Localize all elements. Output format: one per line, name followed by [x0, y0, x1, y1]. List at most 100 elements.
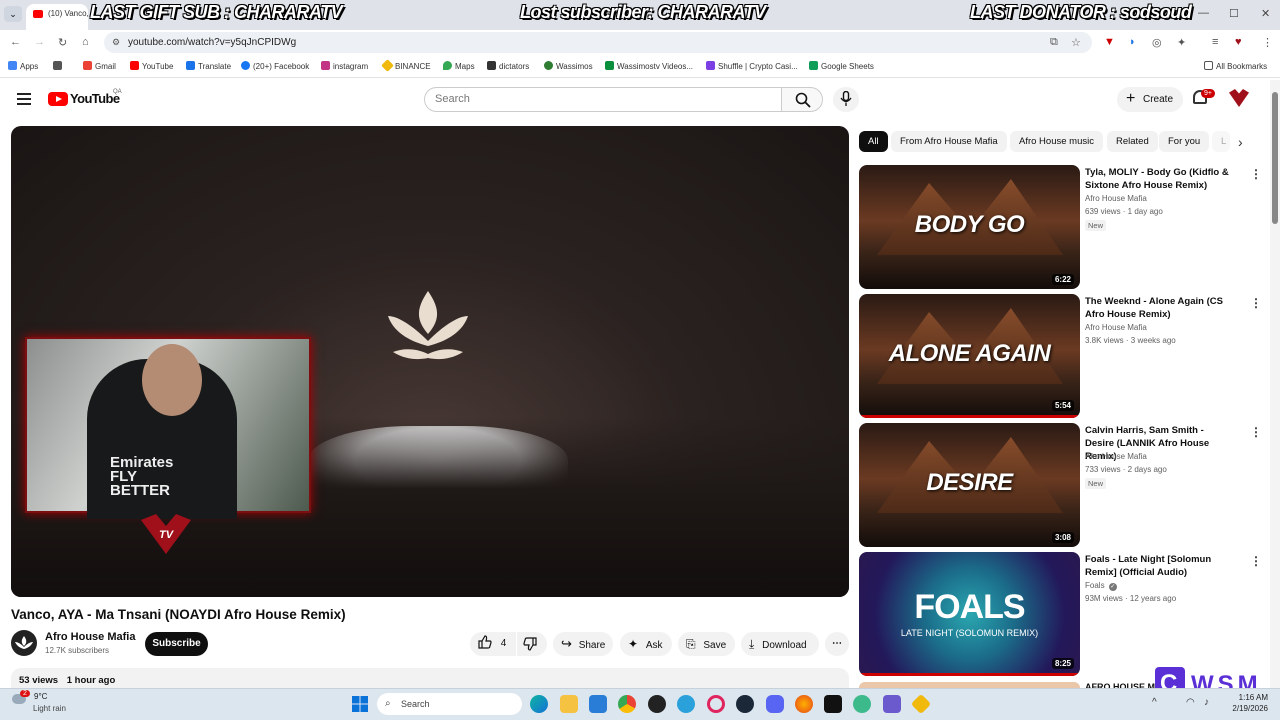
more-options-icon[interactable]: ⋮	[1250, 554, 1262, 568]
minimize-icon[interactable]: —	[1198, 7, 1209, 19]
telegram-icon[interactable]	[677, 695, 695, 713]
discord-icon[interactable]	[766, 695, 784, 713]
channel-avatar[interactable]	[11, 630, 37, 656]
recommendation-item[interactable]: DESIRE 3:08 Calvin Harris, Sam Smith - D…	[859, 423, 1262, 547]
opera-icon[interactable]	[707, 695, 725, 713]
video-thumbnail[interactable]: DESIRE 3:08	[859, 423, 1080, 547]
recommendation-channel[interactable]: Afro House Mafia	[1085, 452, 1147, 461]
dislike-button[interactable]	[517, 632, 547, 656]
tab-search-button[interactable]: ⌄	[4, 6, 22, 22]
recommendation-item[interactable]: FOALS LATE NIGHT (SOLOMUN REMIX) 8:25 Fo…	[859, 552, 1262, 676]
bookmark-translate[interactable]: Translate	[186, 61, 231, 71]
youtube-logo-icon[interactable]	[48, 92, 68, 106]
recommendation-channel[interactable]: Afro House Mafia	[1085, 194, 1147, 203]
bookmark-instagram[interactable]: instagram	[321, 61, 368, 71]
extension-1-icon[interactable]: ▼	[1104, 36, 1115, 48]
browser-tab[interactable]: (10) Vanco,	[26, 4, 88, 30]
more-actions-icon[interactable]: ⋯	[825, 632, 849, 656]
search-button[interactable]	[781, 87, 823, 112]
create-button[interactable]: + Create	[1117, 87, 1183, 112]
forward-icon[interactable]: →	[34, 36, 45, 48]
search-input[interactable]: Search	[424, 87, 782, 112]
bookmark-dictators[interactable]: dictators	[487, 61, 529, 71]
site-info-icon[interactable]: ⚙	[112, 32, 120, 53]
steam-icon[interactable]	[736, 695, 754, 713]
like-button[interactable]: 4	[470, 632, 516, 656]
taskbar-search[interactable]: ⌕ Search	[377, 693, 522, 715]
bookmark-apps[interactable]: Apps	[8, 61, 38, 71]
hamburger-menu-icon[interactable]	[17, 93, 31, 105]
video-player[interactable]: Emirates FLY BETTER TV	[11, 126, 849, 597]
download-button[interactable]: ⤓ Download	[741, 632, 819, 656]
recommendation-channel[interactable]: Foals ✓	[1085, 581, 1117, 591]
recommendation-title[interactable]: The Weeknd - Alone Again (CS Afro House …	[1085, 295, 1231, 321]
wifi-icon[interactable]: ◠	[1186, 697, 1195, 708]
edge-icon[interactable]	[530, 695, 548, 713]
more-options-icon[interactable]: ⋮	[1250, 296, 1262, 310]
bookmark-wassimostv-videos[interactable]: Wassimostv Videos...	[605, 61, 693, 71]
app-2-icon[interactable]	[853, 695, 871, 713]
bookmark-maps[interactable]: Maps	[443, 61, 475, 71]
url-bar[interactable]: ⚙ youtube.com/watch?v=y5qJnCPIDWg	[104, 32, 1092, 53]
profile-icon[interactable]: ♥	[1235, 36, 1242, 48]
app-icon[interactable]	[824, 695, 842, 713]
recommendation-item[interactable]: BODY GO 6:22 Tyla, MOLIY - Body Go (Kidf…	[859, 165, 1262, 289]
more-options-icon[interactable]: ⋮	[1250, 425, 1262, 439]
extension-2-icon[interactable]: ◗	[1129, 36, 1136, 48]
file-explorer-icon[interactable]	[560, 695, 578, 713]
volume-icon[interactable]: ♪	[1204, 697, 1209, 708]
ask-button[interactable]: ✦ Ask	[620, 632, 672, 656]
bookmark-binance[interactable]: BINANCE	[381, 59, 431, 72]
bookmark-star-icon[interactable]: ☆	[1071, 36, 1081, 49]
sparkle-icon: ✦	[628, 637, 639, 651]
windows-start-icon[interactable]	[352, 696, 368, 712]
firefox-icon[interactable]	[795, 695, 813, 713]
voice-search-button[interactable]	[833, 87, 859, 112]
recommendation-title[interactable]: Tyla, MOLIY - Body Go (Kidflo & Sixtone …	[1085, 166, 1231, 192]
close-window-icon[interactable]: ✕	[1261, 7, 1270, 20]
maximize-icon[interactable]: ☐	[1229, 7, 1239, 20]
reading-list-icon[interactable]: ≡	[1212, 36, 1218, 48]
install-app-icon[interactable]: ⧉	[1050, 36, 1058, 49]
chevron-right-icon[interactable]: ›	[1238, 134, 1243, 150]
app-3-icon[interactable]	[883, 695, 901, 713]
video-thumbnail[interactable]: FOALS LATE NIGHT (SOLOMUN REMIX) 8:25	[859, 552, 1080, 676]
chip-afro-house-music[interactable]: Afro House music	[1010, 131, 1103, 152]
store-icon[interactable]	[589, 695, 607, 713]
bookmark-facebook[interactable]: (20+) Facebook	[241, 61, 309, 71]
recommendation-title[interactable]: Foals - Late Night [Solomun Remix] (Offi…	[1085, 553, 1231, 579]
reload-icon[interactable]: ↻	[58, 36, 67, 49]
browser-menu-icon[interactable]: ⋮	[1262, 36, 1273, 49]
obs-icon[interactable]	[648, 695, 666, 713]
recommendation-item[interactable]: ALONE AGAIN 5:54 The Weeknd - Alone Agai…	[859, 294, 1262, 418]
bookmark-google-sheets[interactable]: Google Sheets	[809, 61, 874, 71]
extensions-puzzle-icon[interactable]: ✦	[1177, 36, 1186, 49]
bookmark-grid[interactable]	[53, 61, 65, 71]
chip-partial[interactable]: L	[1212, 131, 1230, 152]
subscribe-button[interactable]: Subscribe	[145, 632, 208, 656]
bookmark-youtube[interactable]: YouTube	[130, 61, 173, 71]
extension-3-icon[interactable]: ◎	[1152, 36, 1162, 49]
video-thumbnail[interactable]: ALONE AGAIN 5:54	[859, 294, 1080, 418]
kick-icon	[605, 61, 614, 70]
channel-name[interactable]: Afro House Mafia	[45, 631, 135, 643]
video-thumbnail[interactable]: BODY GO 6:22	[859, 165, 1080, 289]
home-icon[interactable]: ⌂	[82, 36, 89, 48]
share-button[interactable]: ↪ Share	[553, 632, 613, 656]
chip-related[interactable]: Related	[1107, 131, 1158, 152]
bookmark-gmail[interactable]: Gmail	[83, 61, 116, 71]
more-options-icon[interactable]: ⋮	[1250, 167, 1262, 181]
recommendation-channel[interactable]: Afro House Mafia	[1085, 323, 1147, 332]
scrollbar-thumb[interactable]	[1272, 92, 1278, 224]
chip-for-you[interactable]: For you	[1159, 131, 1210, 152]
all-bookmarks[interactable]: All Bookmarks	[1204, 61, 1267, 71]
bookmark-wassimos[interactable]: Wassimos	[544, 61, 593, 71]
chrome-icon[interactable]	[618, 695, 636, 713]
taskbar-clock[interactable]: 1:16 AM 2/19/2026	[1222, 692, 1268, 714]
chip-from-channel[interactable]: From Afro House Mafia	[891, 131, 1007, 152]
bookmark-shuffle[interactable]: Shuffle | Crypto Casi...	[706, 61, 798, 71]
chip-all[interactable]: All	[859, 131, 888, 152]
tray-chevron-icon[interactable]: ^	[1152, 697, 1157, 708]
back-icon[interactable]: ←	[10, 36, 21, 48]
save-button[interactable]: ⎘ Save	[678, 632, 735, 656]
